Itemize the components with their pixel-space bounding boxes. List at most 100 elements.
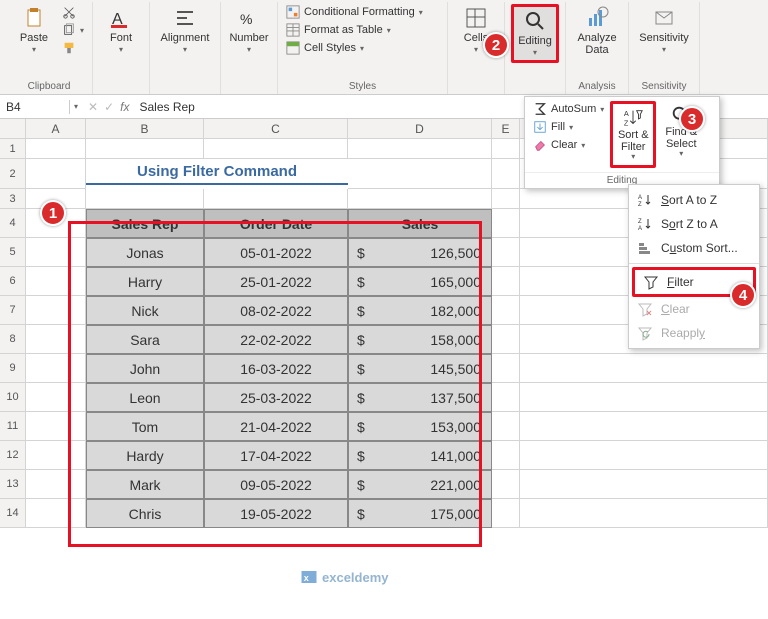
row-head[interactable]: 1 — [0, 139, 26, 159]
fill-button[interactable]: Fill▾ — [529, 119, 608, 135]
cell-date[interactable]: 25-03-2022 — [204, 383, 348, 412]
row-head[interactable]: 6 — [0, 267, 26, 296]
cell-date[interactable]: 05-01-2022 — [204, 238, 348, 267]
sort-za-item[interactable]: ZASort Z to A — [629, 212, 759, 236]
cell-rep[interactable]: Leon — [86, 383, 204, 412]
cell-date[interactable]: 22-02-2022 — [204, 325, 348, 354]
number-button[interactable]: %Number▾ — [227, 4, 271, 57]
group-label: Analysis — [566, 81, 628, 92]
cell-rep[interactable]: Chris — [86, 499, 204, 528]
col-head-c[interactable]: C — [204, 119, 348, 139]
format-as-table-button[interactable]: Format as Table▾ — [284, 22, 425, 38]
align-icon — [173, 6, 197, 30]
font-button[interactable]: AFont▾ — [99, 4, 143, 57]
cell-rep[interactable]: John — [86, 354, 204, 383]
sort-az-item[interactable]: AZSSort A to Zort A to Z — [629, 188, 759, 212]
cell-sales[interactable]: $158,000 — [348, 325, 492, 354]
cell-rep[interactable]: Nick — [86, 296, 204, 325]
cell-date[interactable]: 21-04-2022 — [204, 412, 348, 441]
group-analysis: Analyze Data Analysis — [566, 2, 629, 94]
row-head[interactable]: 7 — [0, 296, 26, 325]
conditional-formatting-button[interactable]: Conditional Formatting▾ — [284, 4, 425, 20]
row-head[interactable]: 10 — [0, 383, 26, 412]
table-header-date[interactable]: Order Date — [204, 209, 348, 238]
format-painter-button[interactable] — [60, 40, 86, 56]
group-label: Sensitivity — [629, 81, 699, 92]
table-icon — [286, 23, 300, 37]
cancel-icon[interactable]: ✕ — [88, 100, 98, 114]
cell-sales[interactable]: $145,500 — [348, 354, 492, 383]
row-head[interactable]: 3 — [0, 189, 26, 209]
cell-sales[interactable]: $175,000 — [348, 499, 492, 528]
cell-date[interactable]: 16-03-2022 — [204, 354, 348, 383]
cell-styles-button[interactable]: Cell Styles▾ — [284, 40, 425, 56]
cell-date[interactable]: 19-05-2022 — [204, 499, 348, 528]
clipboard-icon — [22, 6, 46, 30]
sensitivity-button[interactable]: Sensitivity▾ — [635, 4, 693, 57]
group-clipboard: Paste▾ ▾ Clipboard — [6, 2, 93, 94]
row-head[interactable]: 12 — [0, 441, 26, 470]
editing-button[interactable]: Editing▾ — [511, 4, 559, 63]
analyze-data-button[interactable]: Analyze Data — [572, 4, 622, 58]
col-head-b[interactable]: B — [86, 119, 204, 139]
cells-icon — [464, 6, 488, 30]
cell-date[interactable]: 08-02-2022 — [204, 296, 348, 325]
col-head-a[interactable]: A — [26, 119, 86, 139]
cell-sales[interactable]: $141,000 — [348, 441, 492, 470]
cell-rep[interactable]: Sara — [86, 325, 204, 354]
cell-sales[interactable]: $153,000 — [348, 412, 492, 441]
col-head-d[interactable]: D — [348, 119, 492, 139]
row-head[interactable]: 9 — [0, 354, 26, 383]
svg-text:Z: Z — [638, 202, 642, 208]
reapply-icon — [637, 325, 653, 341]
cell-sales[interactable]: $221,000 — [348, 470, 492, 499]
sort-filter-button[interactable]: AZ Sort & Filter▾ — [610, 101, 656, 168]
svg-text:x: x — [304, 573, 309, 583]
sort-za-icon: ZA — [637, 216, 653, 232]
cell-sales[interactable]: $137,500 — [348, 383, 492, 412]
cell-date[interactable]: 17-04-2022 — [204, 441, 348, 470]
fill-down-icon — [533, 120, 547, 134]
cell-sales[interactable]: $126,500 — [348, 238, 492, 267]
table-header-rep[interactable]: Sales Rep — [86, 209, 204, 238]
cut-button[interactable] — [60, 4, 86, 20]
row-head[interactable]: 2 — [0, 159, 26, 189]
cell-sales[interactable]: $165,000 — [348, 267, 492, 296]
row-head[interactable]: 5 — [0, 238, 26, 267]
row-head[interactable]: 13 — [0, 470, 26, 499]
cell-date[interactable]: 09-05-2022 — [204, 470, 348, 499]
group-font: AFont▾ — [93, 2, 150, 94]
select-all-corner[interactable] — [0, 119, 26, 139]
row-head[interactable]: 11 — [0, 412, 26, 441]
group-editing: Editing▾ — [505, 2, 566, 94]
confirm-icon[interactable]: ✓ — [104, 100, 114, 114]
cell-rep[interactable]: Hardy — [86, 441, 204, 470]
row-head[interactable]: 8 — [0, 325, 26, 354]
copy-button[interactable]: ▾ — [60, 22, 86, 38]
autosum-button[interactable]: AutoSum▾ — [529, 101, 608, 117]
cell-rep[interactable]: Harry — [86, 267, 204, 296]
cell-date[interactable]: 25-01-2022 — [204, 267, 348, 296]
col-head-e[interactable]: E — [492, 119, 520, 139]
eraser-icon — [533, 138, 547, 152]
custom-sort-item[interactable]: Custom Sort... — [629, 236, 759, 260]
cell-rep[interactable]: Jonas — [86, 238, 204, 267]
table-header-sales[interactable]: Sales — [348, 209, 492, 238]
paste-button[interactable]: Paste▾ — [12, 4, 56, 57]
row-head[interactable]: 14 — [0, 499, 26, 528]
cell-sales[interactable]: $182,000 — [348, 296, 492, 325]
ribbon: Paste▾ ▾ Clipboard AFont▾ Alignment▾ %Nu… — [0, 0, 768, 95]
name-box[interactable]: B4 — [0, 100, 70, 114]
svg-text:A: A — [638, 226, 642, 232]
sensitivity-icon — [652, 6, 676, 30]
fx-icon[interactable]: fx — [120, 100, 129, 114]
sort-filter-menu: AZSSort A to Zort A to Z ZASort Z to A C… — [628, 184, 760, 349]
row-head[interactable]: 4 — [0, 209, 26, 238]
callout-4: 4 — [730, 282, 756, 308]
formula-input[interactable] — [135, 98, 298, 116]
clear-button[interactable]: Clear▾ — [529, 137, 608, 153]
cell-rep[interactable]: Mark — [86, 470, 204, 499]
cell-rep[interactable]: Tom — [86, 412, 204, 441]
alignment-button[interactable]: Alignment▾ — [156, 4, 214, 57]
sort-az-icon: AZ — [637, 192, 653, 208]
